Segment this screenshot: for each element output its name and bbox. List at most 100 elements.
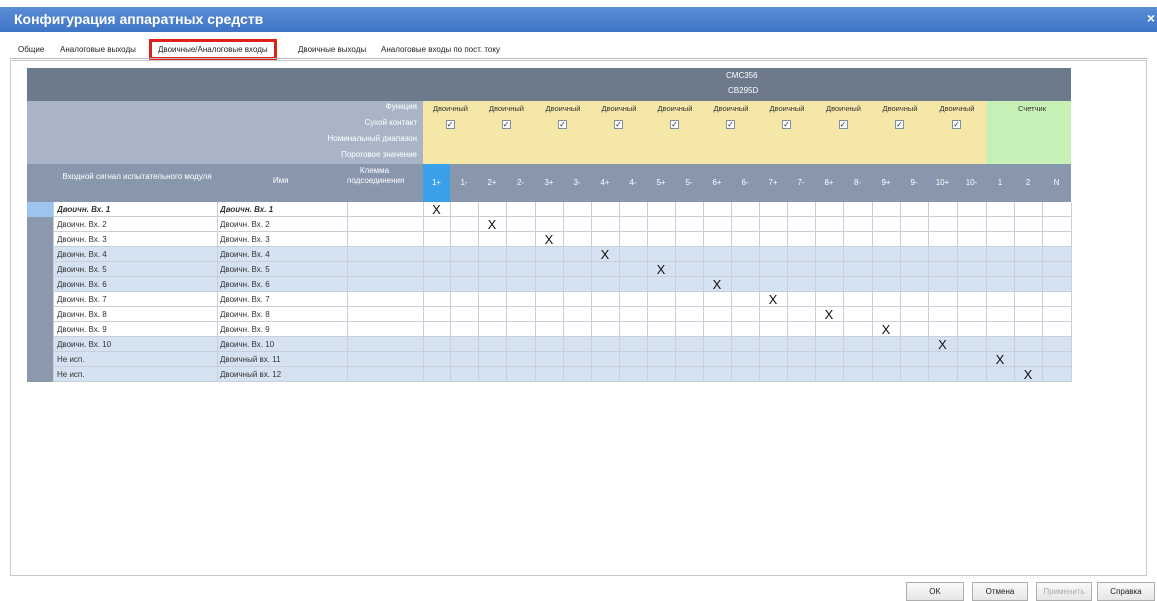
terminal-column-header[interactable]: 2 — [1014, 164, 1042, 202]
terminal-column-header[interactable]: 1+ — [423, 164, 450, 202]
function-label[interactable]: Двоичный — [591, 104, 647, 113]
row-selector[interactable] — [27, 202, 53, 217]
terminal-column-header[interactable]: 10+ — [928, 164, 957, 202]
mapping-mark[interactable]: X — [1020, 367, 1036, 382]
mapping-mark[interactable]: X — [765, 292, 781, 307]
row-selector[interactable] — [27, 232, 53, 247]
dry-contact-checkbox[interactable]: ✓ — [558, 120, 567, 129]
table-row[interactable]: Двоичн. Вх. 3 Двоичн. Вх. 3 X — [27, 232, 1072, 247]
function-label[interactable]: Двоичный — [703, 104, 759, 113]
terminal-column-header[interactable]: 6- — [731, 164, 759, 202]
terminal-column-header[interactable]: 5- — [675, 164, 703, 202]
name-cell[interactable]: Двоичн. Вх. 2 — [220, 217, 345, 232]
signal-cell[interactable]: Не исп. — [57, 367, 215, 382]
table-row[interactable]: Двоичн. Вх. 9 Двоичн. Вх. 9 X — [27, 322, 1072, 337]
name-cell[interactable]: Двоичн. Вх. 6 — [220, 277, 345, 292]
dry-contact-checkbox[interactable]: ✓ — [501, 120, 511, 129]
row-selector[interactable] — [27, 367, 53, 382]
terminal-column-header[interactable]: 1- — [450, 164, 478, 202]
terminal-column-header[interactable]: 4- — [619, 164, 647, 202]
cancel-button[interactable]: Отмена — [972, 582, 1028, 601]
table-row[interactable]: Двоичн. Вх. 1 Двоичн. Вх. 1 X — [27, 202, 1072, 217]
signal-cell[interactable]: Двоичн. Вх. 1 — [57, 202, 215, 217]
terminal-column-header[interactable]: 8+ — [815, 164, 843, 202]
function-label[interactable]: Двоичный — [423, 104, 478, 113]
dry-contact-checkbox[interactable]: ✓ — [838, 120, 848, 129]
terminal-column-header[interactable]: 6+ — [703, 164, 731, 202]
terminal-column-header[interactable]: 9+ — [872, 164, 900, 202]
tab-general[interactable]: Общие — [18, 45, 44, 54]
function-label[interactable]: Двоичный — [928, 104, 986, 113]
apply-button[interactable]: Применить — [1036, 582, 1092, 601]
function-label[interactable]: Двоичный — [535, 104, 591, 113]
tab-binary-outputs[interactable]: Двоичные выходы — [298, 45, 366, 54]
terminal-column-header[interactable]: 4+ — [591, 164, 619, 202]
dry-contact-checkbox[interactable]: ✓ — [895, 120, 904, 129]
terminal-column-header[interactable]: 2- — [506, 164, 535, 202]
mapping-mark[interactable]: X — [709, 277, 725, 292]
dry-contact-checkbox[interactable]: ✓ — [952, 120, 961, 129]
table-row[interactable]: Двоичн. Вх. 4 Двоичн. Вх. 4 X — [27, 247, 1072, 262]
terminal-column-header[interactable]: 3- — [563, 164, 591, 202]
table-row[interactable]: Двоичн. Вх. 10 Двоичн. Вх. 10 X — [27, 337, 1072, 352]
table-row[interactable]: Двоичн. Вх. 2 Двоичн. Вх. 2 X — [27, 217, 1072, 232]
tab-dc-analog-inputs[interactable]: Аналоговые входы по пост. току — [381, 45, 500, 54]
name-cell[interactable]: Двоичн. Вх. 3 — [220, 232, 345, 247]
row-selector[interactable] — [27, 337, 53, 352]
terminal-column-header[interactable]: 5+ — [647, 164, 675, 202]
function-label[interactable]: Двоичный — [815, 104, 872, 113]
function-label[interactable]: Двоичный — [478, 104, 535, 113]
terminal-column-header[interactable]: 7- — [787, 164, 815, 202]
mapping-mark[interactable]: X — [935, 337, 951, 352]
signal-cell[interactable]: Двоичн. Вх. 5 — [57, 262, 215, 277]
dry-contact-checkbox[interactable]: ✓ — [670, 120, 679, 129]
name-cell[interactable]: Двоичн. Вх. 1 — [220, 202, 345, 217]
row-selector[interactable] — [27, 262, 53, 277]
tab-analog-outputs[interactable]: Аналоговые выходы — [60, 45, 136, 54]
table-row[interactable]: Двоичн. Вх. 5 Двоичн. Вх. 5 X — [27, 262, 1072, 277]
signal-cell[interactable]: Двоичн. Вх. 7 — [57, 292, 215, 307]
function-label[interactable]: Двоичный — [759, 104, 815, 113]
name-cell[interactable]: Двоичн. Вх. 4 — [220, 247, 345, 262]
function-label[interactable]: Двоичный — [647, 104, 703, 113]
table-row[interactable]: Не исп. Двоичный вх. 11 X — [27, 352, 1072, 367]
mapping-mark[interactable]: X — [821, 307, 837, 322]
close-icon[interactable]: × — [1147, 10, 1155, 26]
terminal-column-header[interactable]: 2+ — [478, 164, 506, 202]
ok-button[interactable]: OK — [906, 582, 964, 601]
function-label[interactable]: Двоичный — [872, 104, 928, 113]
mapping-mark[interactable]: X — [878, 322, 894, 337]
row-selector[interactable] — [27, 217, 53, 232]
name-cell[interactable]: Двоичный вх. 12 — [220, 367, 345, 382]
help-button[interactable]: Справка — [1097, 582, 1155, 601]
name-cell[interactable]: Двоичн. Вх. 8 — [220, 307, 345, 322]
mapping-mark[interactable]: X — [484, 217, 500, 232]
name-cell[interactable]: Двоичн. Вх. 10 — [220, 337, 345, 352]
terminal-column-header[interactable]: N — [1042, 164, 1071, 202]
terminal-column-header[interactable]: 7+ — [759, 164, 787, 202]
name-cell[interactable]: Двоичн. Вх. 5 — [220, 262, 345, 277]
table-row[interactable]: Двоичн. Вх. 7 Двоичн. Вх. 7 X — [27, 292, 1072, 307]
dry-contact-checkbox[interactable]: ✓ — [726, 120, 735, 129]
name-cell[interactable]: Двоичный вх. 11 — [220, 352, 345, 367]
signal-cell[interactable]: Двоичн. Вх. 3 — [57, 232, 215, 247]
terminal-column-header[interactable]: 3+ — [535, 164, 563, 202]
signal-cell[interactable]: Двоичн. Вх. 6 — [57, 277, 215, 292]
row-selector[interactable] — [27, 277, 53, 292]
mapping-mark[interactable]: X — [992, 352, 1008, 367]
dry-contact-checkbox[interactable]: ✓ — [614, 120, 623, 129]
signal-cell[interactable]: Двоичн. Вх. 4 — [57, 247, 215, 262]
terminal-column-header[interactable]: 10- — [957, 164, 986, 202]
terminal-column-header[interactable]: 1 — [986, 164, 1014, 202]
table-row[interactable]: Двоичн. Вх. 8 Двоичн. Вх. 8 X — [27, 307, 1072, 322]
signal-cell[interactable]: Двоичн. Вх. 2 — [57, 217, 215, 232]
signal-cell[interactable]: Двоичн. Вх. 10 — [57, 337, 215, 352]
table-row[interactable]: Двоичн. Вх. 6 Двоичн. Вх. 6 X — [27, 277, 1072, 292]
signal-cell[interactable]: Двоичн. Вх. 8 — [57, 307, 215, 322]
row-selector[interactable] — [27, 247, 53, 262]
row-selector[interactable] — [27, 352, 53, 367]
row-selector[interactable] — [27, 292, 53, 307]
signal-cell[interactable]: Не исп. — [57, 352, 215, 367]
name-cell[interactable]: Двоичн. Вх. 9 — [220, 322, 345, 337]
table-row[interactable]: Не исп. Двоичный вх. 12 X — [27, 367, 1072, 382]
